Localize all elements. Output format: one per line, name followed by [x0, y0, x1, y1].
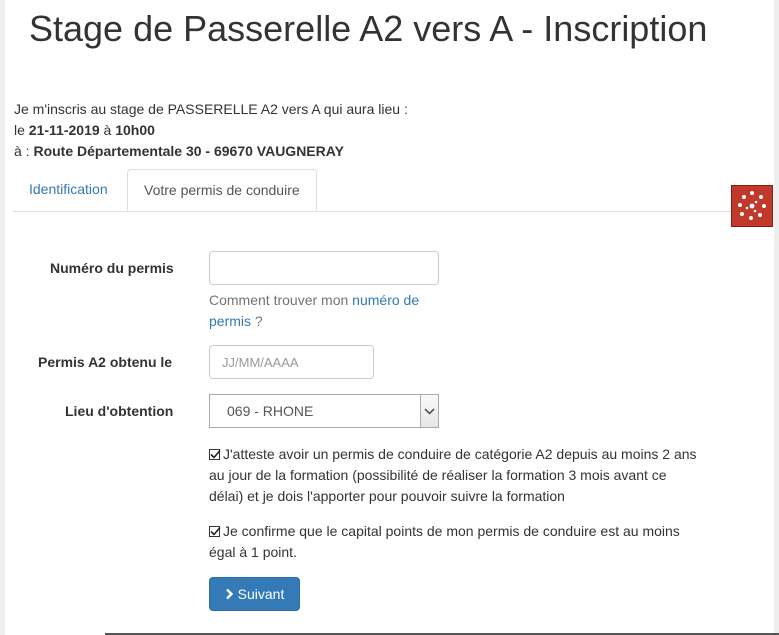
- stage-date: 21-11-2019: [28, 122, 100, 138]
- next-button-label: Suivant: [237, 586, 285, 602]
- checkmark-icon: [210, 449, 221, 459]
- stage-intro: Je m'inscris au stage de PASSERELLE A2 v…: [14, 99, 408, 162]
- next-button[interactable]: Suivant: [209, 577, 300, 611]
- stage-time: 10h00: [115, 122, 155, 138]
- attest-checkbox-label: J'atteste avoir un permis de conduire de…: [209, 446, 697, 504]
- date-prefix: le: [14, 122, 29, 138]
- left-border: [0, 0, 5, 635]
- obtained-date-label: Permis A2 obtenu le: [38, 354, 173, 370]
- points-checkbox-row: Je confirme que le capital points de mon…: [209, 521, 699, 563]
- network-icon: [738, 191, 766, 220]
- chevron-down-icon: [424, 408, 435, 415]
- checkmark-icon: [210, 526, 221, 536]
- help-text: Comment trouver mon: [209, 292, 353, 308]
- attest-checkbox[interactable]: [209, 449, 221, 460]
- stage-place: Route Départementale 30 - 69670 VAUGNERA…: [33, 143, 344, 159]
- place-obtained-select[interactable]: 069 - RHONE: [209, 394, 439, 428]
- select-arrow[interactable]: [420, 395, 438, 427]
- license-number-label: Numéro du permis: [50, 260, 174, 276]
- page-title: Stage de Passerelle A2 vers A - Inscript…: [29, 8, 708, 49]
- place-prefix: à :: [14, 143, 34, 159]
- license-number-help: Comment trouver mon numéro de permis ?: [209, 290, 449, 332]
- form-tabs: Identification Votre permis de conduire: [13, 169, 769, 212]
- tab-identification[interactable]: Identification: [13, 169, 124, 210]
- chevron-right-icon: [225, 579, 234, 611]
- intro-place-line: à : Route Départementale 30 - 69670 VAUG…: [14, 141, 408, 162]
- place-obtained-label: Lieu d'obtention: [65, 403, 174, 419]
- page: Stage de Passerelle A2 vers A - Inscript…: [0, 0, 779, 635]
- obtained-date-input[interactable]: [209, 345, 374, 379]
- help-suffix: ?: [251, 313, 263, 329]
- license-number-input[interactable]: [209, 251, 439, 285]
- intro-date-line: le 21-11-2019 à 10h00: [14, 120, 408, 141]
- points-checkbox-label: Je confirme que le capital points de mon…: [209, 523, 680, 560]
- points-checkbox[interactable]: [209, 526, 221, 537]
- place-obtained-value: 069 - RHONE: [227, 403, 314, 419]
- right-border: [774, 0, 779, 635]
- time-prefix: à: [99, 122, 116, 138]
- side-widget[interactable]: [731, 185, 773, 227]
- intro-line: Je m'inscris au stage de PASSERELLE A2 v…: [14, 101, 408, 117]
- attest-checkbox-row: J'atteste avoir un permis de conduire de…: [209, 444, 699, 507]
- tab-driving-license[interactable]: Votre permis de conduire: [127, 169, 317, 211]
